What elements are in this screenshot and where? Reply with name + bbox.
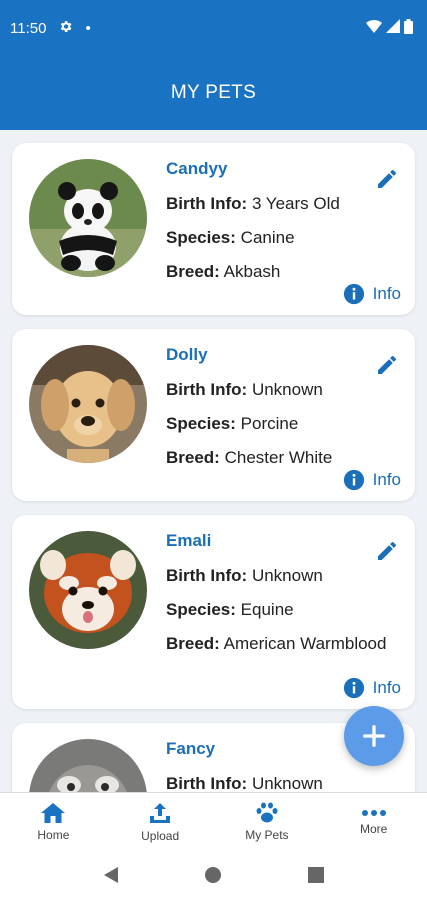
upload-icon	[150, 802, 171, 823]
pet-avatar	[29, 159, 147, 277]
battery-icon	[404, 18, 413, 38]
status-bar: 11:50 •	[0, 0, 427, 56]
back-icon[interactable]	[103, 866, 119, 884]
pet-avatar	[29, 531, 147, 649]
pet-card[interactable]: Dolly Birth Info: Unknown Species: Porci…	[12, 329, 415, 501]
pet-name[interactable]: Candyy	[166, 159, 401, 179]
nav-upload[interactable]: Upload	[107, 793, 214, 850]
info-icon	[343, 283, 364, 305]
info-button[interactable]: Info	[343, 283, 401, 305]
nav-home[interactable]: Home	[0, 793, 107, 850]
wifi-icon	[366, 19, 382, 37]
pet-name[interactable]: Emali	[166, 531, 401, 551]
birth-info-label: Birth Info:	[166, 774, 248, 792]
breed-row: Breed: American Warmblood	[166, 633, 401, 654]
recents-icon[interactable]	[308, 867, 325, 883]
breed-row: Breed: Chester White	[166, 447, 401, 468]
species-row: Species: Porcine	[166, 413, 401, 434]
nav-my-pets-label: My Pets	[245, 827, 289, 842]
pet-card[interactable]: Candyy Birth Info: 3 Years Old Species: …	[12, 143, 415, 315]
pet-list[interactable]: Candyy Birth Info: 3 Years Old Species: …	[0, 130, 427, 792]
home-circle-icon[interactable]	[204, 866, 222, 884]
birth-info-value: Unknown	[251, 566, 323, 585]
pet-card-body: Emali Birth Info: Unknown Species: Equin…	[166, 531, 401, 697]
birth-info-value: Unknown	[251, 380, 323, 399]
birth-info-label: Birth Info:	[166, 566, 248, 585]
pet-card[interactable]: Emali Birth Info: Unknown Species: Equin…	[12, 515, 415, 709]
info-button[interactable]: Info	[343, 677, 401, 699]
species-label: Species:	[166, 414, 236, 433]
nav-more-label: More	[359, 821, 388, 836]
birth-info-row: Birth Info: Unknown	[166, 565, 401, 586]
species-value: Porcine	[240, 414, 299, 433]
species-label: Species:	[166, 600, 236, 619]
paw-icon	[256, 802, 278, 822]
birth-info-value: Unknown	[251, 774, 323, 792]
breed-value: Akbash	[223, 262, 281, 281]
birth-info-label: Birth Info:	[166, 380, 248, 399]
birth-info-row: Birth Info: Unknown	[166, 773, 401, 792]
bottom-nav: Home Upload My Pets More	[0, 792, 427, 850]
add-pet-button[interactable]	[344, 706, 404, 766]
info-icon	[343, 677, 364, 699]
breed-row: Breed: Akbash	[166, 261, 401, 282]
pet-card-body: Candyy Birth Info: 3 Years Old Species: …	[166, 159, 401, 303]
notification-dot: •	[85, 19, 91, 37]
system-nav-bar	[0, 850, 427, 900]
info-button[interactable]: Info	[343, 469, 401, 491]
pet-avatar	[29, 345, 147, 463]
breed-value: Chester White	[224, 448, 333, 467]
birth-info-row: Birth Info: 3 Years Old	[166, 193, 401, 214]
nav-upload-label: Upload	[141, 828, 180, 843]
species-row: Species: Canine	[166, 227, 401, 248]
info-label: Info	[372, 678, 401, 697]
more-icon	[361, 809, 386, 816]
signal-icon	[386, 19, 400, 37]
plus-icon	[363, 725, 385, 747]
pet-card-body: Dolly Birth Info: Unknown Species: Porci…	[166, 345, 401, 489]
edit-icon[interactable]	[375, 167, 399, 191]
breed-label: Breed:	[166, 448, 220, 467]
info-icon	[343, 469, 364, 491]
edit-icon[interactable]	[375, 539, 399, 563]
breed-value: American Warmblood	[223, 634, 387, 653]
status-time: 11:50	[10, 19, 47, 37]
edit-icon[interactable]	[375, 353, 399, 377]
species-value: Equine	[240, 600, 294, 619]
info-label: Info	[372, 470, 401, 489]
species-label: Species:	[166, 228, 236, 247]
birth-info-row: Birth Info: Unknown	[166, 379, 401, 400]
home-icon	[41, 802, 66, 823]
pet-name[interactable]: Dolly	[166, 345, 401, 365]
app-bar: MY PETS	[0, 56, 427, 130]
info-label: Info	[372, 284, 401, 303]
breed-label: Breed:	[166, 634, 220, 653]
birth-info-value: 3 Years Old	[251, 194, 340, 213]
breed-label: Breed:	[166, 262, 220, 281]
settings-icon	[58, 19, 73, 38]
page-title: MY PETS	[170, 82, 257, 103]
nav-more[interactable]: More	[320, 793, 427, 850]
pet-avatar	[29, 739, 147, 792]
nav-home-label: Home	[37, 827, 70, 842]
nav-my-pets[interactable]: My Pets	[214, 793, 321, 850]
species-row: Species: Equine	[166, 599, 401, 620]
species-value: Canine	[240, 228, 295, 247]
birth-info-label: Birth Info:	[166, 194, 248, 213]
